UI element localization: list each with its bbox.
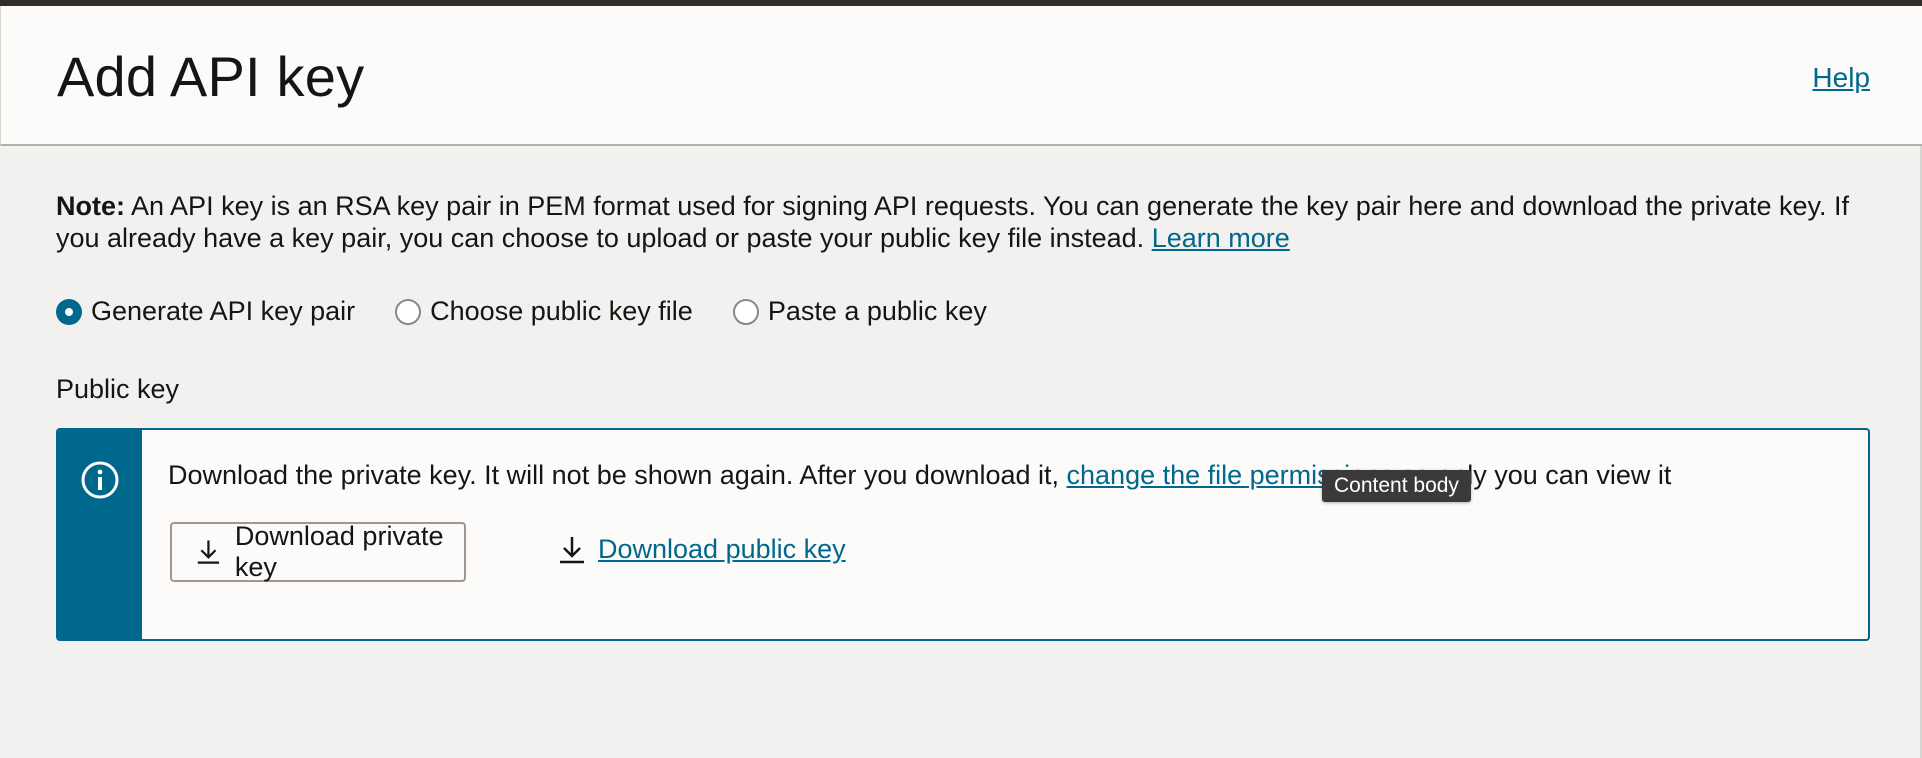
download-private-key-label[interactable]: Download private key	[235, 521, 464, 583]
download-private-key-button[interactable]: Download private key	[170, 521, 466, 583]
tooltip: Content body	[1322, 470, 1471, 502]
note-text: Note: An API key is an RSA key pair in P…	[56, 190, 1876, 254]
radio-generate-key-pair[interactable]: Generate API key pair	[56, 296, 355, 327]
radio-label[interactable]: Paste a public key	[768, 296, 987, 327]
key-source-radio-group: Generate API key pair Choose public key …	[56, 296, 1027, 327]
download-public-key-label[interactable]: Download public key	[598, 534, 846, 565]
radio-choose-public-key-file[interactable]: Choose public key file	[395, 296, 693, 327]
radio-label[interactable]: Generate API key pair	[91, 296, 355, 327]
public-key-label: Public key	[56, 374, 180, 404]
info-message-text: Download the private key. It will not be…	[168, 460, 1067, 490]
download-arrow-icon	[197, 540, 220, 564]
info-message-box: Download the private key. It will not be…	[56, 428, 1870, 641]
help-link[interactable]: Help	[1812, 62, 1870, 94]
radio-checked-icon[interactable]	[56, 298, 82, 325]
note-body: An API key is an RSA key pair in PEM for…	[56, 191, 1850, 253]
info-side-band	[58, 430, 142, 639]
panel-header: Add API key Help	[0, 6, 1922, 146]
radio-label[interactable]: Choose public key file	[430, 296, 693, 327]
info-circle-icon	[81, 461, 119, 499]
radio-unchecked-icon[interactable]	[395, 298, 422, 325]
radio-paste-public-key[interactable]: Paste a public key	[732, 296, 987, 327]
download-arrow-icon	[560, 536, 584, 563]
learn-more-link[interactable]: Learn more	[1152, 223, 1290, 253]
page-title: Add API key	[57, 45, 365, 108]
download-public-key-link[interactable]: Download public key	[558, 534, 846, 565]
note-prefix: Note:	[56, 191, 125, 221]
radio-unchecked-icon[interactable]	[732, 298, 759, 325]
